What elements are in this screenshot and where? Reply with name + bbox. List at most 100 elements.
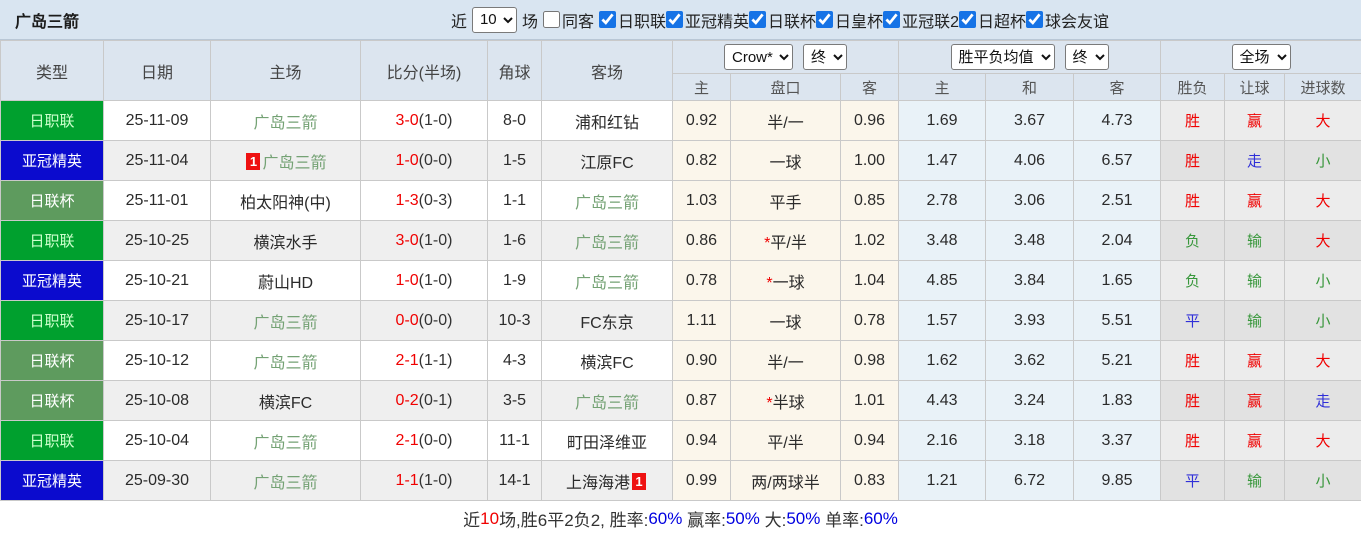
scope-select[interactable]: 全场 <box>1231 44 1291 70</box>
goals-result: 小 <box>1284 140 1361 181</box>
handicap-line: 两/两球半 <box>730 460 841 501</box>
full-score: 2-1 <box>395 351 419 369</box>
score: 2-1(0-0) <box>360 420 488 461</box>
league-checkbox-label: 亚冠联2 <box>902 13 959 31</box>
league-filter[interactable]: 日职联 <box>599 8 666 32</box>
league-filter[interactable]: 亚冠联2 <box>883 8 959 32</box>
footer-single-label: 单率: <box>820 511 864 530</box>
handicap-company-select[interactable]: Crow* <box>724 44 793 70</box>
handicap-line: *平/半 <box>730 220 841 261</box>
col-header-corner: 角球 <box>487 40 542 101</box>
match-date: 25-10-12 <box>103 340 211 381</box>
footer-over-rate: 50% <box>786 508 821 528</box>
handicap-result: 赢 <box>1224 340 1286 381</box>
league-filter[interactable]: 日皇杯 <box>816 8 883 32</box>
odds-home: 1.21 <box>898 460 987 501</box>
goals-result: 大 <box>1284 180 1361 221</box>
league-checkbox[interactable] <box>816 11 834 28</box>
win-loss-result: 胜 <box>1160 340 1226 381</box>
handicap-line: 一球 <box>730 300 841 341</box>
league-checkbox[interactable] <box>599 11 616 28</box>
full-score: 1-0 <box>395 151 419 169</box>
away-team: 广岛三箭 <box>541 260 673 301</box>
league-badge: 亚冠精英 <box>0 260 104 301</box>
league-filter[interactable]: 日超杯 <box>958 8 1026 32</box>
odds-away: 6.57 <box>1073 140 1162 181</box>
league-checkboxes: 日职联 亚冠精英 日联杯 日皇杯 亚冠联2 日超杯 球会友谊 <box>599 8 1109 32</box>
half-score: (1-0) <box>418 271 453 289</box>
half-score: (0-0) <box>418 311 453 329</box>
match-row: 日职联 25-10-04 广岛三箭 2-1(0-0) 11-1 町田泽维亚 0.94 平/半 0… <box>0 420 1361 461</box>
league-checkbox-label: 日联杯 <box>768 13 817 31</box>
scope-select-cell: 全场 <box>1160 40 1361 74</box>
half-score: (1-1) <box>418 351 453 369</box>
home-team: 柏太阳神(中) <box>210 180 361 221</box>
handicap-home-odds: 0.90 <box>672 340 731 381</box>
away-team: 江原FC <box>541 140 673 181</box>
match-date: 25-11-01 <box>103 180 211 221</box>
odds-company-select[interactable]: 胜平负均值 <box>950 44 1055 70</box>
footer-near: 近 <box>463 511 481 530</box>
same-away-filter[interactable]: 同客 <box>542 8 594 32</box>
sub-header-handicap-line: 盘口 <box>730 73 841 101</box>
handicap-time-select[interactable]: 终 <box>803 44 847 70</box>
odds-selects-cell: 胜平负均值 终 <box>898 40 1162 74</box>
win-loss-result: 胜 <box>1160 140 1226 181</box>
league-filter[interactable]: 亚冠精英 <box>666 8 749 32</box>
match-date: 25-10-25 <box>103 220 211 261</box>
handicap-result: 输 <box>1224 300 1286 341</box>
footer-handicap-rate: 50% <box>725 508 760 528</box>
col-header-away: 客场 <box>541 40 673 101</box>
handicap-home-odds: 1.03 <box>672 180 731 221</box>
league-checkbox[interactable] <box>958 11 976 28</box>
col-header-type: 类型 <box>0 40 104 101</box>
win-loss-result: 胜 <box>1160 380 1226 421</box>
corner-score: 1-6 <box>487 220 542 261</box>
handicap-away-odds: 0.98 <box>839 340 900 381</box>
goals-result: 小 <box>1284 300 1361 341</box>
score: 1-1(1-0) <box>360 460 488 501</box>
odds-home: 2.16 <box>898 420 987 461</box>
league-checkbox[interactable] <box>749 11 767 28</box>
half-score: (1-0) <box>418 111 453 129</box>
sub-header-handicap-away: 客 <box>839 73 900 101</box>
match-table: 类型 日期 主场 比分(半场) 角球 客场 Crow* 终 胜平负均值 终 全场… <box>0 40 1361 501</box>
recent-count-select[interactable]: 10 <box>471 6 517 33</box>
handicap-home-odds: 0.82 <box>672 140 731 181</box>
league-checkbox[interactable] <box>1025 11 1043 28</box>
full-score: 1-0 <box>395 271 419 289</box>
home-team: 广岛三箭 <box>210 340 361 381</box>
handicap-away-odds: 0.83 <box>839 460 900 501</box>
odds-time-select[interactable]: 终 <box>1064 44 1109 70</box>
home-team: 横滨FC <box>210 380 361 421</box>
league-checkbox[interactable] <box>883 11 901 28</box>
league-filter[interactable]: 日联杯 <box>749 8 816 32</box>
score: 1-0(0-0) <box>360 140 488 181</box>
footer-over-label: 大: <box>759 511 787 530</box>
win-loss-result: 负 <box>1160 260 1226 301</box>
same-away-checkbox[interactable] <box>542 11 560 28</box>
league-checkbox-label: 日皇杯 <box>835 13 884 31</box>
home-team: 广岛三箭 <box>210 300 361 341</box>
full-score: 0-2 <box>395 391 419 409</box>
corner-score: 10-3 <box>487 300 542 341</box>
league-checkbox[interactable] <box>666 11 684 28</box>
corner-score: 1-9 <box>487 260 542 301</box>
full-score: 1-1 <box>395 471 419 489</box>
score: 3-0(1-0) <box>360 100 488 141</box>
handicap-line: 半/一 <box>730 340 841 381</box>
league-filter[interactable]: 球会友谊 <box>1025 8 1109 32</box>
corner-score: 11-1 <box>487 420 542 461</box>
odds-home: 3.48 <box>898 220 987 261</box>
match-row: 亚冠精英 25-09-30 广岛三箭 1-1(1-0) 14-1 上海海港 1 0.99 两/两… <box>0 460 1361 501</box>
handicap-away-odds: 0.85 <box>839 180 900 221</box>
half-score: (0-1) <box>418 391 453 409</box>
live-star-icon: * <box>764 234 771 252</box>
score: 0-0(0-0) <box>360 300 488 341</box>
full-score: 0-0 <box>395 311 419 329</box>
footer-count: 10 <box>480 508 500 528</box>
away-team: FC东京 <box>541 300 673 341</box>
league-badge: 日职联 <box>0 100 104 141</box>
handicap-line: 半/一 <box>730 100 841 141</box>
odds-away: 5.51 <box>1073 300 1162 341</box>
